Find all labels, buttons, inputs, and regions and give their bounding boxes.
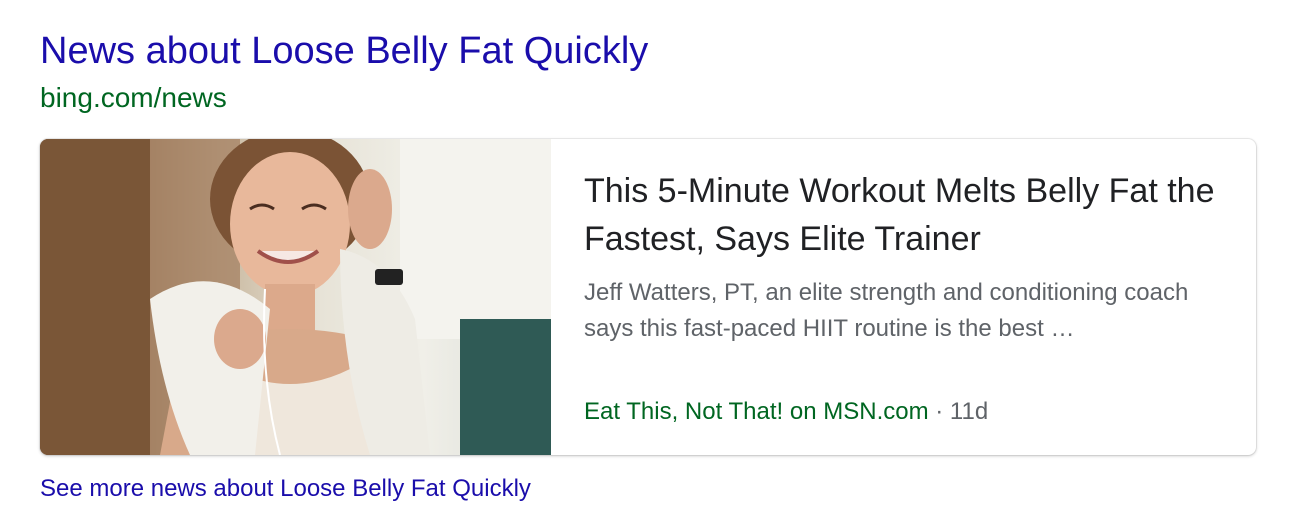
news-result-header: News about Loose Belly Fat Quickly bing.… [40, 28, 1256, 116]
publisher-name: Eat This, Not That! on MSN.com [584, 398, 929, 425]
news-thumbnail-image[interactable] [40, 139, 551, 455]
workout-photo-icon [40, 139, 551, 455]
news-section-title-link[interactable]: News about Loose Belly Fat Quickly [40, 28, 1256, 74]
news-snippet: Jeff Watters, PT, an elite strength and … [584, 279, 1189, 342]
see-more-news-link[interactable]: See more news about Loose Belly Fat Quic… [40, 474, 531, 504]
news-card-body: This 5-Minute Workout Melts Belly Fat th… [584, 167, 1224, 347]
source-url: bing.com/news [40, 82, 227, 113]
news-headline-link[interactable]: This 5-Minute Workout Melts Belly Fat th… [584, 167, 1224, 263]
meta-separator: · [935, 398, 944, 425]
news-card[interactable]: This 5-Minute Workout Melts Belly Fat th… [40, 139, 1256, 455]
news-meta: Eat This, Not That! on MSN.com · 11d [584, 397, 988, 427]
article-age: 11d [949, 398, 989, 425]
